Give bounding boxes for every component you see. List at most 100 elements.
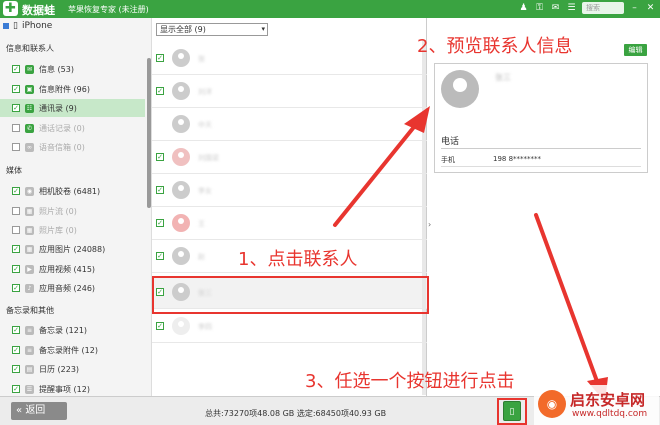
contact-name: 李四: [198, 323, 212, 331]
sidebar-item-message-attachments[interactable]: ✓ ▣ 信息附件 (96): [12, 80, 144, 98]
avatar: [172, 181, 190, 199]
checkbox[interactable]: ✓: [12, 104, 20, 112]
watermark: ◉ 启东安卓网 www.qdltdq.com: [534, 385, 659, 425]
photo-icon: ▦: [25, 206, 34, 216]
avatar: [172, 115, 190, 133]
list-scrollbar[interactable]: [422, 40, 426, 395]
checkbox[interactable]: ✓: [12, 284, 20, 292]
sidebar-item-label: 应用图片 (24088): [39, 244, 106, 254]
sidebar-item-contacts[interactable]: ✓ ☷ 通讯录 (9): [0, 99, 145, 117]
sidebar-scrollbar[interactable]: [147, 58, 151, 208]
section-title: 备忘录和其他: [6, 306, 54, 315]
checkbox[interactable]: ✓: [156, 87, 164, 95]
sidebar-item-label: 语音信箱 (0): [39, 142, 85, 152]
search-input[interactable]: 搜索: [582, 2, 624, 14]
checkbox[interactable]: [12, 226, 20, 234]
contact-row[interactable]: ✓ 李四: [152, 310, 427, 343]
filter-select[interactable]: 显示全部 (9) ▾: [156, 23, 268, 36]
contact-row[interactable]: ✓ 张: [152, 42, 427, 75]
section-title: 信息和联系人: [6, 44, 54, 53]
checkbox[interactable]: ✓: [156, 322, 164, 330]
checkbox[interactable]: ✓: [12, 385, 20, 393]
photo-icon: ▦: [25, 225, 34, 235]
sidebar-item-calendar[interactable]: ✓ ▤ 日历 (223): [12, 360, 144, 378]
chevron-down-icon: ▾: [261, 25, 265, 33]
checkbox[interactable]: ✓: [12, 346, 20, 354]
avatar: [172, 317, 190, 335]
checkbox[interactable]: [12, 143, 20, 151]
sidebar-item-camera-roll[interactable]: ✓ ◉ 相机胶卷 (6481): [12, 182, 144, 200]
category-sidebar: ▯ iPhone 信息和联系人 ✓ ✉ 信息 (53) ✓ ▣ 信息附件 (96) ✓ ☷…: [0, 18, 152, 396]
contact-row[interactable]: ✓ 李女: [152, 174, 427, 207]
user-icon[interactable]: ♟: [518, 3, 529, 14]
phone-field-value: 198 8********: [493, 155, 542, 163]
close-icon[interactable]: ✕: [645, 3, 656, 14]
notes-icon: ≡: [25, 325, 34, 335]
sidebar-item-photo-stream[interactable]: ▦ 照片流 (0): [12, 202, 144, 220]
checkbox[interactable]: ✓: [156, 186, 164, 194]
menu-icon[interactable]: ☰: [566, 3, 577, 14]
sidebar-item-app-photos[interactable]: ✓ ▦ 应用图片 (24088): [12, 240, 144, 258]
sidebar-item-photo-library[interactable]: ▦ 照片库 (0): [12, 221, 144, 239]
annotation-step3: 3、任选一个按钮进行点击: [305, 371, 515, 392]
collapse-icon[interactable]: ›: [428, 220, 431, 229]
divider: [441, 148, 641, 149]
contact-row[interactable]: ✓ 王: [152, 207, 427, 240]
app-subtitle: 苹果恢复专家 (未注册): [68, 5, 149, 14]
sidebar-item-label: 应用音频 (246): [39, 283, 96, 293]
contact-row[interactable]: ✓ 刘洋: [152, 75, 427, 108]
contact-name: 张: [198, 55, 205, 63]
device-item[interactable]: ▯ iPhone: [3, 21, 52, 31]
sidebar-item-label: 提醒事项 (12): [39, 384, 90, 394]
checkbox[interactable]: [12, 207, 20, 215]
sidebar-item-label: 日历 (223): [39, 364, 80, 374]
contact-list: 显示全部 (9) ▾ ✓ 张 ✓ 刘洋 中天 ✓ 刘国梁 ✓ 李女 ✓ 王 ✓ 赵 ✓ 张三 …: [152, 18, 427, 396]
sidebar-item-note-attachments[interactable]: ✓ ≡ 备忘录附件 (12): [12, 341, 144, 359]
highlight-box-contact: [152, 276, 429, 314]
minimize-icon[interactable]: –: [629, 3, 640, 14]
watermark-logo-icon: ◉: [538, 390, 566, 418]
phone-section-title: 电话: [441, 137, 460, 147]
annotation-step2: 2、预览联系人信息: [417, 36, 573, 57]
contact-avatar: [441, 70, 479, 108]
sidebar-item-app-videos[interactable]: ✓ ▶ 应用视频 (415): [12, 260, 144, 278]
sidebar-item-voicemail[interactable]: ∞ 语音信箱 (0): [12, 138, 144, 156]
checkbox[interactable]: ✓: [12, 65, 20, 73]
watermark-url: www.qdltdq.com: [572, 409, 648, 419]
contact-detail-name: 张三: [495, 73, 511, 82]
app-name: 数据蛙: [22, 4, 55, 17]
checkbox[interactable]: ✓: [156, 219, 164, 227]
calendar-icon: ▤: [25, 364, 34, 374]
key-icon[interactable]: ⚿: [534, 3, 545, 14]
highlight-box-button: [497, 398, 527, 425]
checkbox[interactable]: ✓: [12, 245, 20, 253]
device-name: iPhone: [21, 21, 53, 31]
contact-row[interactable]: ✓ 刘国梁: [152, 141, 427, 174]
chat-icon[interactable]: ✉: [550, 3, 561, 14]
checkbox[interactable]: ✓: [156, 153, 164, 161]
checkbox[interactable]: ✓: [12, 85, 20, 93]
checkbox[interactable]: ✓: [12, 187, 20, 195]
checkbox[interactable]: ✓: [12, 326, 20, 334]
back-button[interactable]: « 返回: [11, 402, 67, 420]
checkbox[interactable]: ✓: [156, 54, 164, 62]
contact-name: 王: [198, 220, 205, 228]
checkbox[interactable]: ✓: [12, 265, 20, 273]
sidebar-item-notes[interactable]: ✓ ≡ 备忘录 (121): [12, 321, 144, 339]
attachment-icon: ▣: [25, 84, 34, 94]
sidebar-item-app-audio[interactable]: ✓ ♪ 应用音频 (246): [12, 279, 144, 297]
sidebar-item-messages[interactable]: ✓ ✉ 信息 (53): [12, 60, 144, 78]
sidebar-item-label: 相机胶卷 (6481): [39, 186, 101, 196]
sidebar-item-call-history[interactable]: ✆ 通话记录 (0): [12, 119, 144, 137]
contact-detail-panel: 张三 电话 手机 198 8********: [434, 63, 648, 173]
avatar: [172, 49, 190, 67]
device-checkbox[interactable]: [3, 23, 9, 29]
arrow-to-button: [534, 213, 600, 386]
checkbox[interactable]: ✓: [156, 252, 164, 260]
checkbox[interactable]: ✓: [12, 365, 20, 373]
contact-row[interactable]: 中天: [152, 108, 427, 141]
app-logo: ✚: [3, 1, 18, 16]
checkbox[interactable]: [12, 124, 20, 132]
phone-field-label: 手机: [441, 156, 455, 164]
edit-button[interactable]: 编辑: [624, 44, 647, 56]
